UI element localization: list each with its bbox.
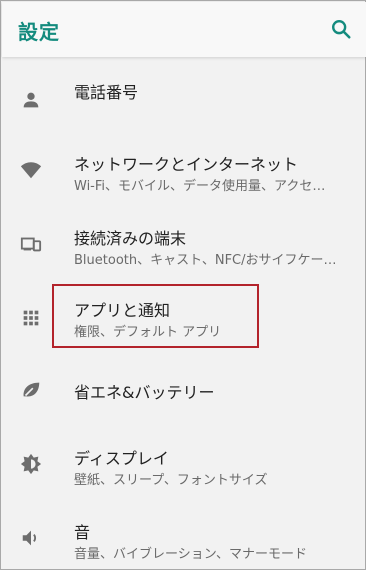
settings-item-connected-devices[interactable]: 接続済みの端末 Bluetooth、キャスト、NFC/おサイフケー… [2,213,366,277]
settings-item-label: 接続済みの端末 [74,229,187,248]
settings-item-network[interactable]: ネットワークとインターネット Wi-Fi、モバイル、データ使用量、アクセ… [2,139,366,203]
settings-item-sound[interactable]: 音 音量、バイブレーション、マナーモード [2,507,366,569]
person-icon [20,89,42,111]
settings-screen: 設定 電話番号 ネットワークとインターネット Wi-Fi、モバイル、データ使用量… [0,0,366,570]
page-title: 設定 [18,20,60,44]
apps-grid-icon [20,307,42,329]
settings-item-summary: Wi-Fi、モバイル、データ使用量、アクセ… [74,179,326,194]
settings-item-label: ネットワークとインターネット [74,155,299,174]
settings-item-display[interactable]: ディスプレイ 壁紙、スリープ、フォントサイズ [2,433,366,497]
search-icon[interactable] [330,18,352,40]
settings-item-label: 電話番号 [74,83,139,102]
wifi-icon [20,159,42,181]
eco-leaf-icon [20,379,42,401]
settings-item-apps-notifications[interactable]: アプリと通知 権限、デフォルト アプリ [2,287,366,349]
settings-item-phone-number[interactable]: 電話番号 [2,67,366,127]
settings-item-summary: Bluetooth、キャスト、NFC/おサイフケー… [74,253,337,268]
settings-item-summary: 音量、バイブレーション、マナーモード [74,547,307,562]
devices-icon [20,233,42,255]
settings-item-summary: 壁紙、スリープ、フォントサイズ [74,473,268,488]
settings-item-label: 音 [74,523,91,542]
app-bar: 設定 [2,2,366,57]
settings-item-label: ディスプレイ [74,449,169,468]
settings-item-label: アプリと通知 [74,301,171,320]
brightness-icon [20,453,42,475]
settings-item-battery[interactable]: 省エネ&バッテリー [2,361,366,419]
settings-item-label: 省エネ&バッテリー [74,383,215,402]
volume-icon [20,527,42,549]
settings-item-summary: 権限、デフォルト アプリ [74,325,222,340]
